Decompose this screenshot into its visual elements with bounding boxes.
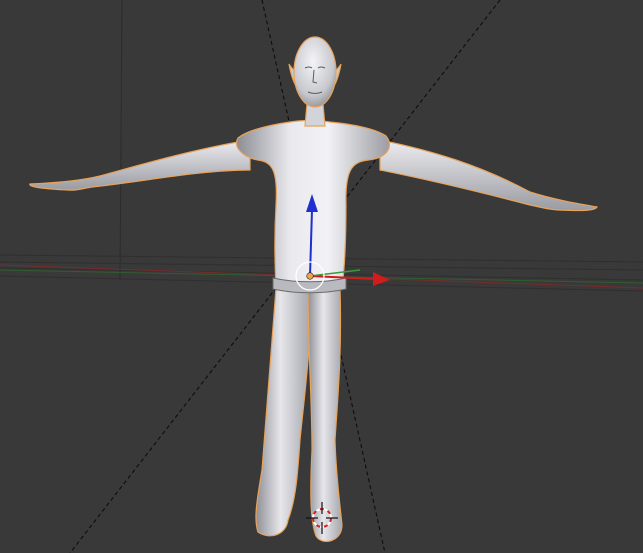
right-arm[interactable] [379,139,598,212]
right-leg[interactable] [307,287,343,542]
object-origin-dot[interactable] [306,272,314,280]
head[interactable] [293,36,337,108]
left-leg[interactable] [255,287,311,537]
x-axis-arrow-icon[interactable] [373,272,390,286]
3d-viewport[interactable] [0,0,643,553]
left-arm[interactable] [29,139,251,191]
viewport-canvas[interactable] [0,0,643,553]
